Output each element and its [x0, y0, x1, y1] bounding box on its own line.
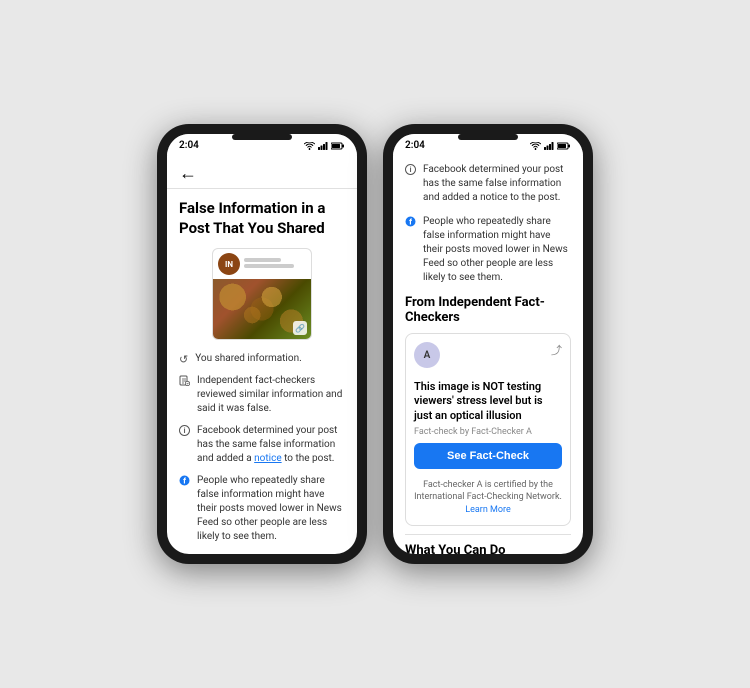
phones-container: 2:04	[137, 104, 613, 584]
fc-card-header: A ⤴	[414, 342, 562, 374]
info-text-2: Facebook determined your post has the sa…	[197, 424, 345, 466]
info-svg-1: i	[179, 425, 190, 436]
phone1-body: False Information in a Post That You Sha…	[167, 189, 357, 554]
phone-notch-2	[458, 134, 518, 140]
battery-icon-2	[557, 142, 571, 150]
svg-text:i: i	[410, 166, 412, 174]
post-card-image: 🔗	[213, 279, 311, 339]
phone-1: 2:04	[157, 124, 367, 564]
facebook-svg-2: f	[405, 216, 416, 227]
phone-notch-1	[232, 134, 292, 140]
factcheck-icon	[179, 375, 190, 389]
svg-text:f: f	[409, 218, 412, 227]
info-circle-icon-2: i	[405, 164, 416, 178]
info-text-1: Independent fact-checkers reviewed simil…	[197, 374, 345, 416]
battery-icon-1	[331, 142, 345, 150]
post-preview: IN 🔗	[179, 248, 345, 340]
status-icons-1	[304, 142, 345, 150]
phone-screen-1: 2:04	[167, 134, 357, 554]
phone-2: 2:04	[383, 124, 593, 564]
info-text-0: You shared information.	[195, 352, 302, 366]
repeat-icon: ↺	[179, 353, 188, 366]
info-item-3: f People who repeatedly share false info…	[179, 474, 345, 544]
info-svg-2: i	[405, 164, 416, 175]
facebook-icon-2: f	[405, 216, 416, 230]
info-item-0: ↺ You shared information.	[179, 352, 345, 366]
svg-text:i: i	[184, 427, 186, 435]
signal-icon-2	[544, 142, 554, 150]
info-item-1: Independent fact-checkers reviewed simil…	[179, 374, 345, 416]
nav-bar-1: ←	[167, 155, 357, 189]
facebook-icon-1: f	[179, 475, 190, 489]
phone2-body: i Facebook determined your post has the …	[393, 155, 583, 554]
status-time-2: 2:04	[405, 140, 425, 151]
learn-more-link[interactable]: Learn More	[465, 505, 511, 515]
post-line-1	[244, 258, 281, 262]
factcheck-svg	[179, 375, 190, 386]
post-card-header: IN	[213, 249, 311, 279]
post-avatar: IN	[218, 253, 240, 275]
info-banner-2: f People who repeatedly share false info…	[405, 215, 571, 285]
back-button-1[interactable]: ←	[179, 163, 197, 184]
signal-icon-1	[318, 142, 328, 150]
status-time-1: 2:04	[179, 140, 199, 151]
info-text-3: People who repeatedly share false inform…	[197, 474, 345, 544]
see-factcheck-button[interactable]: See Fact-Check	[414, 443, 562, 469]
svg-text:f: f	[183, 477, 186, 486]
info-banner-1: i Facebook determined your post has the …	[405, 163, 571, 205]
share-icon[interactable]: ⤴	[551, 342, 562, 358]
banner2-text: People who repeatedly share false inform…	[423, 215, 571, 285]
facebook-svg-1: f	[179, 475, 190, 486]
fc-certified-text: Fact-checker A is certified by the Inter…	[414, 479, 562, 517]
section-title-2: From Independent Fact-Checkers	[405, 295, 571, 325]
link-icon: 🔗	[293, 321, 307, 335]
info-item-2: i Facebook determined your post has the …	[179, 424, 345, 466]
post-card: IN 🔗	[212, 248, 312, 340]
fc-meta-text: Fact-check by Fact-Checker A	[414, 427, 532, 437]
banner1-text: Facebook determined your post has the sa…	[423, 163, 571, 205]
fc-avatar-2: A	[414, 342, 440, 368]
fc-title-2: This image is NOT testing viewers' stres…	[414, 380, 562, 423]
phone-screen-2: 2:04	[393, 134, 583, 554]
page-title-1: False Information in a Post That You Sha…	[179, 199, 345, 238]
post-card-lines	[244, 258, 306, 270]
status-icons-2	[530, 142, 571, 150]
info-circle-icon-1: i	[179, 425, 190, 439]
fc-meta: Fact-check by Fact-Checker A	[414, 427, 562, 437]
fact-check-card-2: A ⤴ This image is NOT testing viewers' s…	[405, 333, 571, 526]
what-section-title: What You Can Do	[405, 534, 571, 554]
wifi-icon-1	[304, 142, 315, 150]
wifi-icon-2	[530, 142, 541, 150]
post-line-2	[244, 264, 294, 268]
